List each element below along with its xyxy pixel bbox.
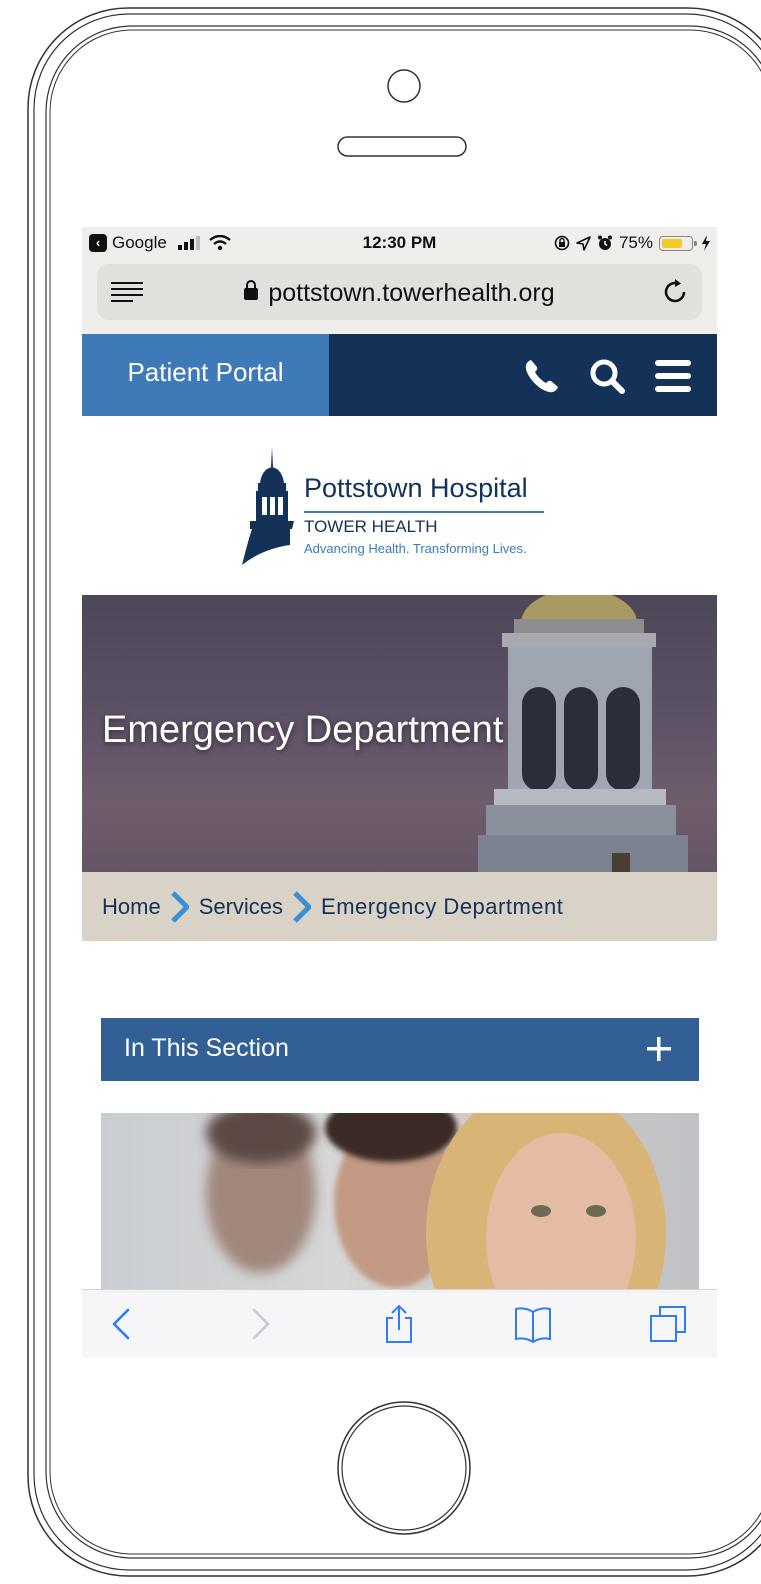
bookmarks-icon[interactable] (513, 1304, 553, 1344)
staff-photo (101, 1113, 699, 1293)
logo-title: Pottstown Hospital (304, 473, 528, 503)
logo-tagline: Advancing Health. Transforming Lives. (304, 541, 527, 556)
breadcrumb: Home Services Emergency Department (82, 872, 717, 941)
charging-icon (702, 235, 710, 251)
url-text: pottstown.towerhealth.org (268, 279, 555, 307)
orientation-lock-icon (554, 235, 570, 251)
battery-level (662, 238, 682, 248)
browser-toolbar (82, 1289, 717, 1357)
site-header: Patient Portal (82, 334, 717, 416)
logo-subtitle: TOWER HEALTH (304, 517, 438, 536)
logo-divider (304, 511, 544, 513)
section-label: In This Section (124, 1034, 289, 1062)
chevron-right-icon (170, 890, 189, 923)
phone-icon[interactable] (522, 356, 562, 396)
tabs-icon[interactable] (648, 1304, 688, 1344)
hero-banner: Emergency Department (82, 595, 717, 872)
reload-icon[interactable] (660, 277, 690, 307)
front-camera (387, 69, 421, 103)
breadcrumb-services[interactable]: Services (199, 894, 283, 920)
patient-portal-button[interactable]: Patient Portal (82, 334, 329, 416)
tower-logo-icon (242, 447, 294, 565)
alarm-icon (597, 235, 612, 250)
menu-icon[interactable] (653, 356, 693, 396)
back-icon[interactable] (102, 1304, 142, 1344)
breadcrumb-current: Emergency Department (321, 893, 564, 919)
search-icon[interactable] (587, 356, 627, 396)
earpiece (337, 136, 467, 157)
home-button (337, 1401, 471, 1535)
battery-percent: 75% (618, 233, 653, 252)
chevron-right-icon (293, 890, 312, 923)
location-icon (576, 235, 591, 251)
forward-icon[interactable] (240, 1304, 280, 1344)
lock-icon (244, 280, 259, 300)
share-icon[interactable] (379, 1304, 419, 1344)
status-right: 75% (554, 233, 711, 253)
browser-address-area: pottstown.towerhealth.org (82, 261, 717, 334)
breadcrumb-home[interactable]: Home (102, 894, 161, 920)
in-this-section-toggle[interactable]: In This Section (101, 1018, 699, 1081)
hospital-logo[interactable]: Pottstown Hospital TOWER HEALTH Advancin… (242, 445, 562, 567)
address-bar[interactable]: pottstown.towerhealth.org (97, 264, 702, 320)
phone-screen: ‹ Google 12:30 PM 75% pottstown.towerhea… (82, 227, 717, 1357)
battery-icon (659, 235, 697, 251)
staff-photo-image (206, 1113, 666, 1293)
page-title: Emergency Department (102, 709, 504, 751)
plus-icon (647, 1037, 671, 1061)
url-display[interactable]: pottstown.towerhealth.org (97, 279, 702, 308)
status-bar: ‹ Google 12:30 PM 75% (82, 227, 717, 261)
